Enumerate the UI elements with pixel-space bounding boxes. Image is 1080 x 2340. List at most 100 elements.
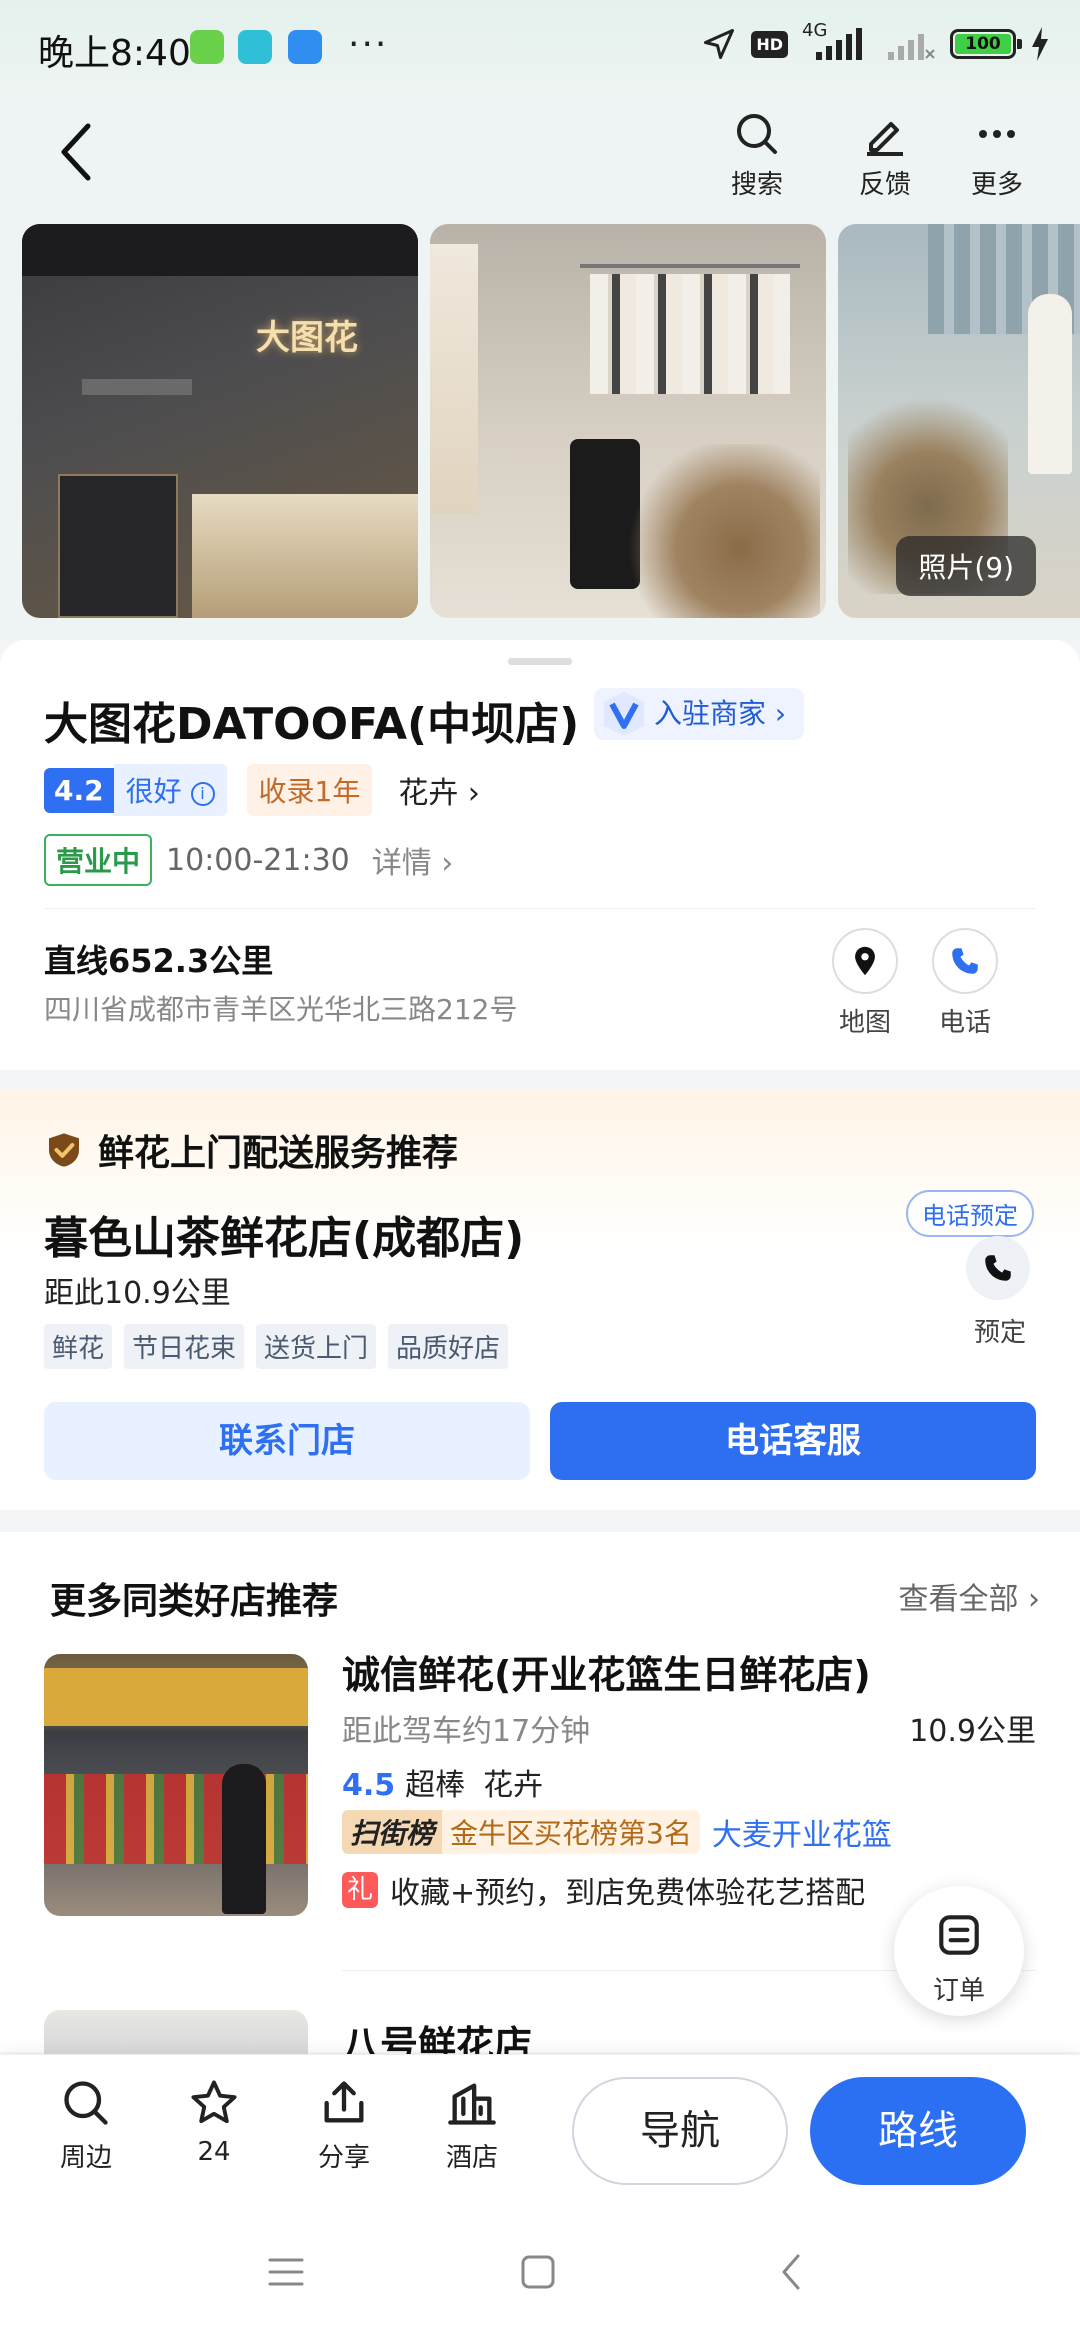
order-floating-button[interactable]: 订单 [894,1886,1024,2016]
order-list-icon [939,1915,979,1955]
charging-icon [1032,27,1048,61]
storefront-photo[interactable]: 大图花 [22,224,418,618]
photo-carousel[interactable]: 大图花 照片(9) [0,220,1080,640]
chat-app-icon [288,30,322,64]
phone-icon [985,1255,1011,1281]
chevron-right-icon: › [774,697,787,730]
book-phone-button[interactable] [966,1236,1030,1300]
edit-icon [867,122,903,156]
order-label: 订单 [932,1976,985,2006]
service-tag: 品质好店 [388,1324,509,1369]
category-link[interactable]: 花卉 › [398,768,480,812]
shop-score-text: 超棒 [405,1768,466,1803]
chevron-right-icon: › [1018,1582,1040,1617]
search-icon [64,2081,108,2125]
info-icon: i [190,782,215,806]
service-title: 鲜花上门配送服务推荐 [44,1124,458,1176]
home-icon[interactable] [518,2252,558,2292]
rank-badge[interactable]: 扫街榜 金牛区买花榜第3名 [342,1810,700,1854]
phone-service-button[interactable]: 电话客服 [550,1402,1036,1480]
phone-button[interactable] [932,928,998,994]
shop-info-card: 大图花DATOOFA(中坝店) 入驻商家 › 4.2 很好 i 收录1年 花卉 … [0,640,1080,1070]
rank-extra-tag: 大麦开业花篮 [711,1818,892,1853]
send-app-icon [238,30,272,64]
status-time: 晚上8:40 [38,33,191,74]
system-nav-bar [0,2210,1080,2340]
menu-icon[interactable] [266,2254,306,2290]
interior-photo[interactable] [430,224,826,618]
bottom-action-bar: 周边 24 分享 酒店 导航 路线 [0,2054,1080,2210]
photo-count-button[interactable]: 照片(9) [896,536,1036,596]
store-sign-text: 大图花 [256,318,358,358]
shop-rank-row: 扫街榜 金牛区买花榜第3名 大麦开业花篮 [342,1810,892,1854]
delivery-service-card: 鲜花上门配送服务推荐 暮色山茶鲜花店(成都店) 距此10.9公里 鲜花 节日花束… [0,1090,1080,1510]
more-button[interactable]: 更多 [952,110,1042,201]
straight-distance: 直线652.3公里 [44,942,274,980]
service-tag: 送货上门 [256,1324,377,1369]
section-title: 更多同类好店推荐 [50,1581,339,1622]
share-icon [324,2081,364,2123]
hours-row: 营业中 10:00-21:30 详情 › [44,834,453,886]
location-arrow-icon [704,29,735,59]
search-icon [737,114,777,154]
merchant-badge[interactable]: 入驻商家 › [594,688,805,740]
map-button[interactable] [832,928,898,994]
shield-check-icon [49,1133,79,1167]
gift-promo-text: 收藏+预约，到店免费体验花艺搭配 [390,1876,866,1911]
open-status-badge: 营业中 [44,834,153,886]
phone-label: 电话 [938,1008,991,1038]
search-button[interactable]: 搜索 [712,110,802,201]
star-icon [191,2080,237,2124]
shop-rating-row: 4.5 超棒 花卉 [342,1760,543,1804]
navigate-button[interactable]: 导航 [572,2077,788,2185]
more-notifications-icon: ··· [348,24,389,65]
hours-detail-link[interactable]: 详情 › [372,838,454,882]
back-button[interactable] [54,120,114,190]
phone-icon [952,948,978,974]
see-all-link[interactable]: 查看全部 › [898,1574,1040,1618]
service-tag: 鲜花 [44,1324,113,1369]
gift-promo-row: 礼 收藏+预约，到店免费体验花艺搭配 [342,1868,865,1912]
share-button[interactable]: 分享 [294,2077,394,2174]
service-tags: 鲜花 节日花束 送货上门 品质好店 [44,1324,509,1369]
rating-row: 4.2 很好 i 收录1年 花卉 › [44,764,480,816]
signal-2-icon [888,34,935,60]
back-arrow-icon [61,123,91,181]
hotel-button[interactable]: 酒店 [422,2077,522,2174]
rating-text[interactable]: 很好 i [113,764,227,816]
feedback-button[interactable]: 反馈 [840,110,930,201]
drive-time: 距此驾车约17分钟 [342,1714,591,1749]
listed-tag: 收录1年 [246,764,373,816]
route-button[interactable]: 路线 [810,2077,1026,2185]
shop-thumbnail[interactable] [44,1654,308,1916]
service-distance: 距此10.9公里 [44,1276,231,1311]
more-icon [979,130,1015,138]
hotel-icon [448,2083,496,2125]
nearby-button[interactable]: 周边 [36,2077,136,2174]
map-pin-icon [855,946,875,976]
verified-v-icon [604,692,644,736]
wechat-app-icon [190,30,224,64]
chevron-right-icon: › [458,776,480,811]
status-bar: 晚上8:40 ··· HD 4G 100 [0,0,1080,96]
shop-name[interactable]: 诚信鲜花(开业花篮生日鲜花店) [342,1644,871,1699]
signal-icon: 4G [802,22,872,62]
favorite-button[interactable]: 24 [164,2077,264,2167]
shop-name: 大图花DATOOFA(中坝店) [44,699,580,750]
divider [44,908,1036,909]
opening-hours: 10:00-21:30 [166,842,350,878]
service-shop-name[interactable]: 暮色山茶鲜花店(成都店) [44,1202,524,1266]
back-nav-icon[interactable] [776,2252,806,2292]
rating-score: 4.2 [44,767,114,813]
battery-icon: 100 [950,29,1022,59]
shop-score: 4.5 [342,1768,396,1803]
contact-store-button[interactable]: 联系门店 [44,1402,530,1480]
map-label: 地图 [838,1008,891,1038]
gift-icon: 礼 [342,1872,378,1908]
top-bar: 搜索 反馈 更多 [0,96,1080,220]
book-label: 预定 [973,1318,1026,1348]
chevron-right-icon: › [431,846,454,881]
service-tag: 节日花束 [124,1324,245,1369]
drag-handle[interactable] [508,658,572,665]
shop-address: 四川省成都市青羊区光华北三路212号 [44,993,518,1026]
